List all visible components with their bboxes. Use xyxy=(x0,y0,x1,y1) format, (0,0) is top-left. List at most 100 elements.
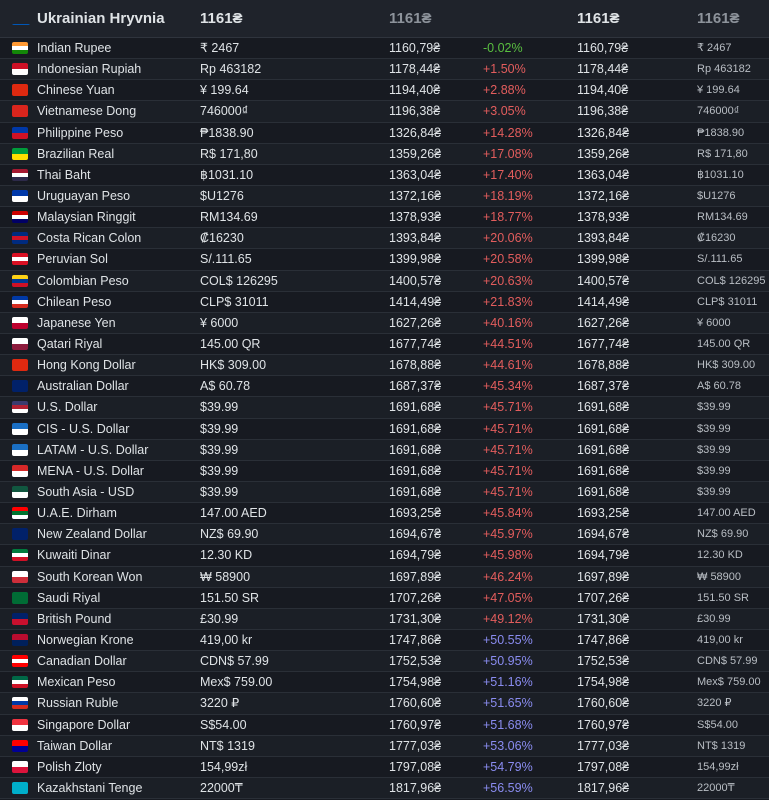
converted-price-secondary: 1691,68₴ xyxy=(577,400,630,415)
price-difference: +40.16% xyxy=(483,315,533,330)
converted-price-secondary: 1752,53₴ xyxy=(577,654,630,669)
price-difference: +3.05% xyxy=(483,104,526,119)
table-row: Indonesian Rupiah Rp 463182 1178,44₴ +1.50%… xyxy=(0,59,769,81)
currency-name: Indian Rupee xyxy=(37,41,112,55)
country-flag-icon xyxy=(12,528,28,541)
converted-price: 1777,03₴ xyxy=(389,738,442,753)
local-price: 154,99zł xyxy=(200,759,248,774)
converted-price: 1399,98₴ xyxy=(389,252,442,267)
local-price-secondary: 3220 ₽ xyxy=(697,697,732,710)
currency-name: MENA - U.S. Dollar xyxy=(37,463,144,478)
local-price-secondary: S$54.00 xyxy=(697,718,738,731)
table-row: CIS - U.S. Dollar $39.99 1691,68₴ +45.71% 16… xyxy=(0,419,769,440)
converted-price-secondary: 1731,30₴ xyxy=(577,611,630,626)
local-price: 12.30 KD xyxy=(200,548,253,563)
price-difference: +20.58% xyxy=(483,252,533,267)
currency-name: Singapore Dollar xyxy=(37,717,131,732)
country-flag-icon xyxy=(12,591,28,604)
converted-price: 1160,79₴ xyxy=(389,41,441,55)
table-row: Singapore Dollar S$54.00 1760,97₴ +51.68% 17… xyxy=(0,715,769,736)
converted-price: 1400,57₴ xyxy=(389,273,442,288)
table-row: Indian Rupee ₹ 2467 1160,79₴ -0.02% 1160,79₴… xyxy=(0,38,769,60)
country-flag-icon xyxy=(12,168,28,181)
converted-price: 1691,68₴ xyxy=(389,463,442,478)
price-difference: +45.84% xyxy=(483,506,533,521)
price-difference: +45.71% xyxy=(483,442,533,457)
local-price: COL$ 126295 xyxy=(200,273,278,288)
currency-name: British Pound xyxy=(37,611,112,626)
local-price-secondary: Rp 463182 xyxy=(697,63,751,76)
local-price-secondary: 145.00 QR xyxy=(697,337,751,350)
country-flag-icon xyxy=(12,189,28,202)
converted-price: 1760,60₴ xyxy=(389,696,442,711)
converted-price: 1178,44₴ xyxy=(389,62,441,77)
table-row: Thai Baht ฿1031.10 1363,04₴ +17.40% 1363,04₴… xyxy=(0,165,769,186)
local-price-secondary: 22000₸ xyxy=(697,781,735,794)
price-difference: +18.19% xyxy=(483,188,533,203)
price-difference: +45.98% xyxy=(483,548,533,563)
table-row: Malaysian Ringgit RM134.69 1378,93₴ +18.77%… xyxy=(0,207,769,229)
local-price: 22000₸ xyxy=(200,780,243,795)
local-price: Mex$ 759.00 xyxy=(200,675,273,690)
price-difference: +2.88% xyxy=(483,83,526,98)
converted-price-secondary: 1372,16₴ xyxy=(577,188,630,203)
converted-price: 1694,67₴ xyxy=(389,527,442,542)
currency-name: Philippine Peso xyxy=(37,125,124,140)
table-row: MENA - U.S. Dollar $39.99 1691,68₴ +45.71% 1… xyxy=(0,461,769,482)
local-price-secondary: HK$ 309.00 xyxy=(697,359,756,372)
header-uah: 1161₴ xyxy=(389,10,432,27)
local-price: R$ 171,80 xyxy=(200,146,258,161)
converted-price: 1691,68₴ xyxy=(389,484,442,499)
local-price-secondary: 419,00 kr xyxy=(697,633,743,646)
local-price: ¥ 199.64 xyxy=(200,83,249,98)
converted-price: 1731,30₴ xyxy=(389,611,442,626)
converted-price: 1691,68₴ xyxy=(389,442,442,457)
currency-name: Saudi Riyal xyxy=(37,590,101,605)
table-row: Kazakhstani Tenge 22000₸ 1817,96₴ +56.59% 18… xyxy=(0,777,769,800)
table-row: Costa Rican Colon ₡16230 1393,84₴ +20.06% 13… xyxy=(0,228,769,250)
price-difference: +20.06% xyxy=(483,231,533,246)
currency-name: LATAM - U.S. Dollar xyxy=(37,442,149,457)
price-difference: +56.59% xyxy=(483,780,533,795)
price-difference: +49.12% xyxy=(483,611,533,626)
converted-price-secondary: 1707,26₴ xyxy=(577,590,630,605)
converted-price-secondary: 1777,03₴ xyxy=(577,738,630,753)
table-body: Indian Rupee ₹ 2467 1160,79₴ -0.02% 1160,79₴… xyxy=(0,38,769,800)
country-flag-icon xyxy=(12,105,28,118)
local-price: $39.99 xyxy=(200,421,239,436)
price-difference: +44.51% xyxy=(483,336,533,351)
local-price-secondary: 151.50 SR xyxy=(697,591,749,604)
price-difference: +54.79% xyxy=(483,759,533,774)
local-price: 3220 ₽ xyxy=(200,696,240,711)
price-difference: +47.05% xyxy=(483,590,533,605)
local-price: RM134.69 xyxy=(200,210,258,225)
country-flag-icon xyxy=(12,570,28,583)
converted-price: 1760,97₴ xyxy=(389,717,442,732)
price-difference: +45.34% xyxy=(483,379,533,394)
converted-price: 1363,04₴ xyxy=(389,167,442,182)
converted-price: 1691,68₴ xyxy=(389,421,442,436)
country-flag-icon xyxy=(12,739,28,752)
country-flag-icon xyxy=(12,507,28,520)
currency-name: Chinese Yuan xyxy=(37,83,115,98)
converted-price: 1817,96₴ xyxy=(389,780,442,795)
table-row: Saudi Riyal 151.50 SR 1707,26₴ +47.05% 1707,… xyxy=(0,588,769,609)
country-flag-icon xyxy=(12,337,28,350)
converted-price-secondary: 1754,98₴ xyxy=(577,675,630,690)
currency-name: Kazakhstani Tenge xyxy=(37,780,143,795)
table-row: Norwegian Krone 419,00 kr 1747,86₴ +50.55% 1… xyxy=(0,630,769,652)
converted-price: 1747,86₴ xyxy=(389,632,442,647)
price-difference: +50.55% xyxy=(483,632,533,647)
table-row: Taiwan Dollar NT$ 1319 1777,03₴ +53.06% 1777… xyxy=(0,735,769,757)
converted-price: 1627,26₴ xyxy=(389,315,442,330)
price-difference: +17.08% xyxy=(483,146,533,161)
local-price: 746000₫ xyxy=(200,104,249,119)
converted-price-secondary: 1817,96₴ xyxy=(577,780,630,795)
converted-price-secondary: 1196,38₴ xyxy=(577,104,629,119)
converted-price-secondary: 1691,68₴ xyxy=(577,484,630,499)
converted-price: 1693,25₴ xyxy=(389,506,442,521)
converted-price-secondary: 1326,84₴ xyxy=(577,125,630,140)
table-row: Polish Zloty 154,99zł 1797,08₴ +54.79% 1797,… xyxy=(0,757,769,778)
local-price: 419,00 kr xyxy=(200,632,253,647)
country-flag-icon xyxy=(12,549,28,562)
